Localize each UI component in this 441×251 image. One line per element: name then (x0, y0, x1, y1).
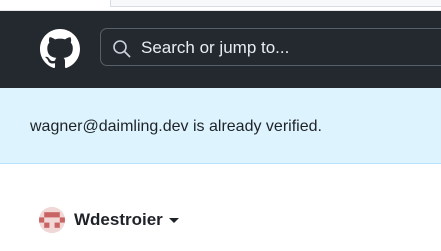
caret-down-icon[interactable] (168, 217, 179, 223)
search-icon (112, 39, 132, 59)
username[interactable]: Wdestroier (74, 210, 163, 230)
search-placeholder: Search or jump to... (141, 38, 290, 57)
flash-notice: wagner@daimling.dev is already verified. (0, 88, 441, 164)
avatar (39, 207, 65, 233)
site-header: Search or jump to... (0, 11, 441, 88)
browser-top-strip (0, 0, 441, 11)
search-input[interactable]: Search or jump to... (100, 28, 441, 66)
flash-message: wagner@daimling.dev is already verified. (30, 118, 322, 135)
user-account-menu[interactable]: Wdestroier (39, 206, 179, 234)
address-bar-edge (110, 0, 441, 7)
github-octocat-icon[interactable] (40, 29, 80, 69)
